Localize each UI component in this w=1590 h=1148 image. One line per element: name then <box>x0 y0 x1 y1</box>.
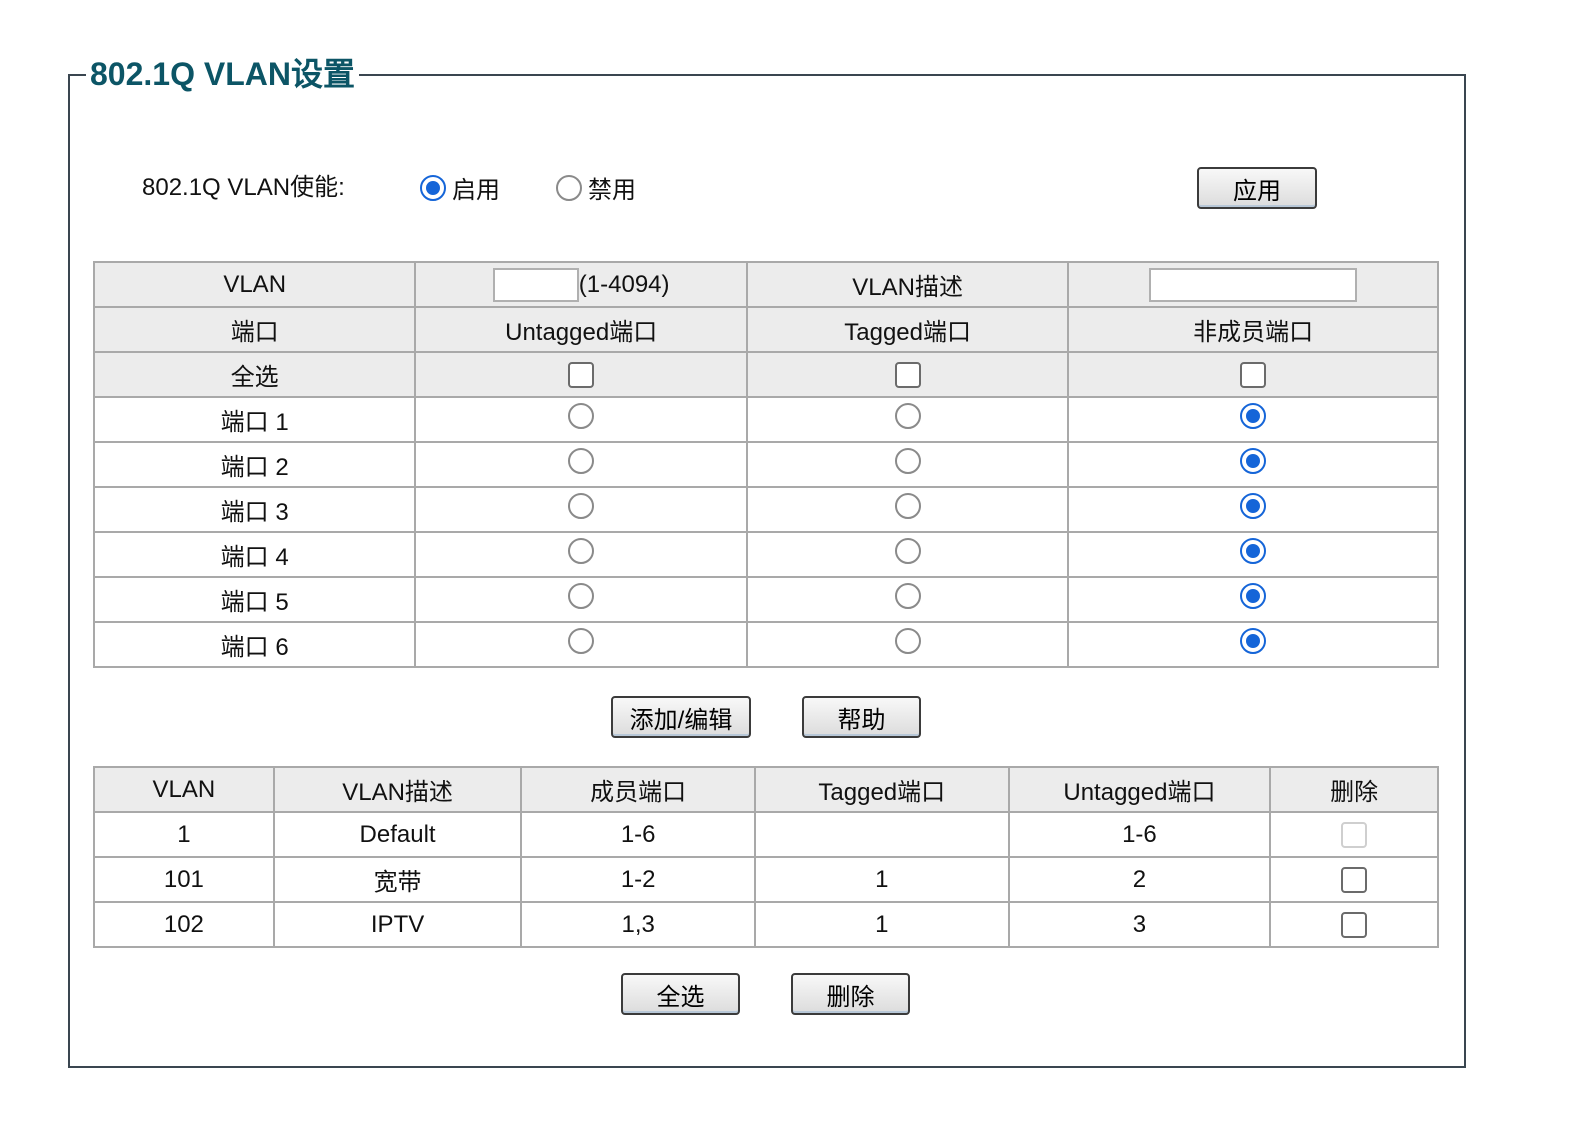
enable-radio-on[interactable]: 启用 <box>420 170 500 205</box>
col-tagged: Tagged端口 <box>753 766 1010 813</box>
vlan-tagged: 1 <box>753 856 1010 903</box>
select-all-untagged-checkbox[interactable] <box>568 362 595 389</box>
port-non-member-radio[interactable] <box>1240 583 1267 609</box>
delete-checkbox[interactable] <box>1341 912 1368 939</box>
radio-selected-icon[interactable] <box>420 174 446 201</box>
col-desc: VLAN描述 <box>272 766 523 813</box>
help-button[interactable]: 帮助 <box>802 696 921 738</box>
port-non-member-radio[interactable] <box>1240 538 1267 564</box>
vlan-id-row: VLAN (1-4094) VLAN描述 <box>92 261 1439 308</box>
delete-checkbox-disabled <box>1341 822 1368 849</box>
vlan-untagged: 1-6 <box>1007 811 1272 858</box>
col-untagged: Untagged端口 <box>1007 766 1272 813</box>
vlan-untagged: 2 <box>1007 856 1272 903</box>
port-label: 端口 4 <box>92 531 417 578</box>
apply-button[interactable]: 应用 <box>1197 167 1317 209</box>
enable-on-label: 启用 <box>452 177 500 204</box>
port-label: 端口 1 <box>92 396 417 443</box>
vlan-id: 102 <box>93 901 275 948</box>
vlan-members: 1-2 <box>520 856 756 903</box>
port-untagged-radio[interactable] <box>568 628 595 654</box>
port-untagged-radio[interactable] <box>568 583 595 609</box>
vlan-members: 1,3 <box>520 901 756 948</box>
port-label: 端口 2 <box>92 441 417 488</box>
vlan-tagged: 1 <box>753 901 1010 948</box>
vlan-range-hint: (1-4094) <box>578 270 670 298</box>
port-tagged-radio[interactable] <box>894 583 921 609</box>
tagged-header: Tagged端口 <box>745 306 1070 353</box>
port-row: 端口 5 <box>92 576 1439 623</box>
vlan-members: 1-6 <box>520 811 756 858</box>
vlan-desc: IPTV <box>272 901 523 948</box>
table-row: 101 宽带 1-2 1 2 <box>93 856 1439 903</box>
port-row: 端口 4 <box>92 531 1439 578</box>
vlan-desc-input[interactable] <box>1149 267 1358 302</box>
port-tagged-radio[interactable] <box>894 403 921 429</box>
port-header-row: 端口 Untagged端口 Tagged端口 非成员端口 <box>92 306 1439 353</box>
vlan-enable-label: 802.1Q VLAN使能: <box>142 174 345 201</box>
vlan-id: 101 <box>93 856 275 903</box>
col-vlan: VLAN <box>93 766 275 813</box>
port-row: 端口 3 <box>92 486 1439 533</box>
port-tagged-radio[interactable] <box>894 628 921 654</box>
table-row: 102 IPTV 1,3 1 3 <box>93 901 1439 948</box>
vlan-id: 1 <box>93 811 275 858</box>
vlan-desc: 宽带 <box>272 856 523 903</box>
port-untagged-radio[interactable] <box>568 448 595 474</box>
vlan-untagged: 3 <box>1007 901 1272 948</box>
select-all-label: 全选 <box>92 351 417 398</box>
vlan-id-input[interactable] <box>492 267 579 302</box>
vlan-list-header-row: VLAN VLAN描述 成员端口 Tagged端口 Untagged端口 删除 <box>93 766 1439 813</box>
select-all-tagged-checkbox[interactable] <box>894 362 921 389</box>
port-non-member-radio[interactable] <box>1240 448 1267 474</box>
enable-off-label: 禁用 <box>588 177 636 204</box>
port-untagged-radio[interactable] <box>568 493 595 519</box>
delete-button[interactable]: 删除 <box>791 973 910 1015</box>
port-untagged-radio[interactable] <box>568 538 595 564</box>
vlan-list-table: VLAN VLAN描述 成员端口 Tagged端口 Untagged端口 删除 … <box>93 766 1439 948</box>
select-all-non-member-checkbox[interactable] <box>1240 362 1267 389</box>
vlan-desc-label: VLAN描述 <box>745 261 1070 308</box>
enable-radio-off[interactable]: 禁用 <box>556 170 636 205</box>
select-all-button[interactable]: 全选 <box>621 973 740 1015</box>
non-member-header: 非成员端口 <box>1067 306 1439 353</box>
untagged-header: Untagged端口 <box>414 306 748 353</box>
add-edit-button[interactable]: 添加/编辑 <box>611 696 751 738</box>
port-non-member-radio[interactable] <box>1240 628 1267 654</box>
page-title: 802.1Q VLAN设置 <box>86 54 359 94</box>
select-all-row: 全选 <box>92 351 1439 398</box>
table-row: 1 Default 1-6 1-6 <box>93 811 1439 858</box>
port-row: 端口 2 <box>92 441 1439 488</box>
port-header: 端口 <box>92 306 417 353</box>
port-non-member-radio[interactable] <box>1240 403 1267 429</box>
port-non-member-radio[interactable] <box>1240 493 1267 519</box>
port-label: 端口 3 <box>92 486 417 533</box>
port-row: 端口 6 <box>92 621 1439 668</box>
vlan-config-table: VLAN (1-4094) VLAN描述 端口 Untagged端口 Tagge… <box>92 261 1439 668</box>
port-tagged-radio[interactable] <box>894 448 921 474</box>
col-members: 成员端口 <box>520 766 756 813</box>
port-label: 端口 6 <box>92 621 417 668</box>
vlan-desc: Default <box>272 811 523 858</box>
port-untagged-radio[interactable] <box>568 403 595 429</box>
radio-unselected-icon[interactable] <box>556 174 582 201</box>
col-delete: 删除 <box>1269 766 1439 813</box>
port-tagged-radio[interactable] <box>894 538 921 564</box>
port-row: 端口 1 <box>92 396 1439 443</box>
port-label: 端口 5 <box>92 576 417 623</box>
port-tagged-radio[interactable] <box>894 493 921 519</box>
vlan-id-label: VLAN <box>92 261 417 308</box>
vlan-tagged <box>753 811 1010 858</box>
delete-checkbox[interactable] <box>1341 867 1368 894</box>
